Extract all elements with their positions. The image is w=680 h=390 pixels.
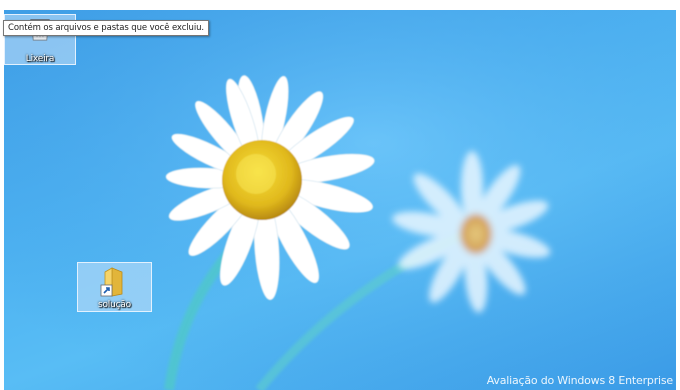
folder-shortcut-icon <box>100 267 122 297</box>
desktop[interactable]: Lixeira solução Avaliação do Windows 8 E… <box>4 10 676 390</box>
recycle-bin-tooltip: Contém os arquivos e pastas que você exc… <box>3 20 209 36</box>
windows-evaluation-watermark: Avaliação do Windows 8 Enterprise <box>486 374 673 387</box>
recycle-bin-label: Lixeira <box>25 54 55 64</box>
solucao-label: solução <box>98 300 131 310</box>
solucao-shortcut-desktop-icon[interactable]: solução <box>77 262 152 312</box>
daisy-wallpaper <box>4 10 676 390</box>
